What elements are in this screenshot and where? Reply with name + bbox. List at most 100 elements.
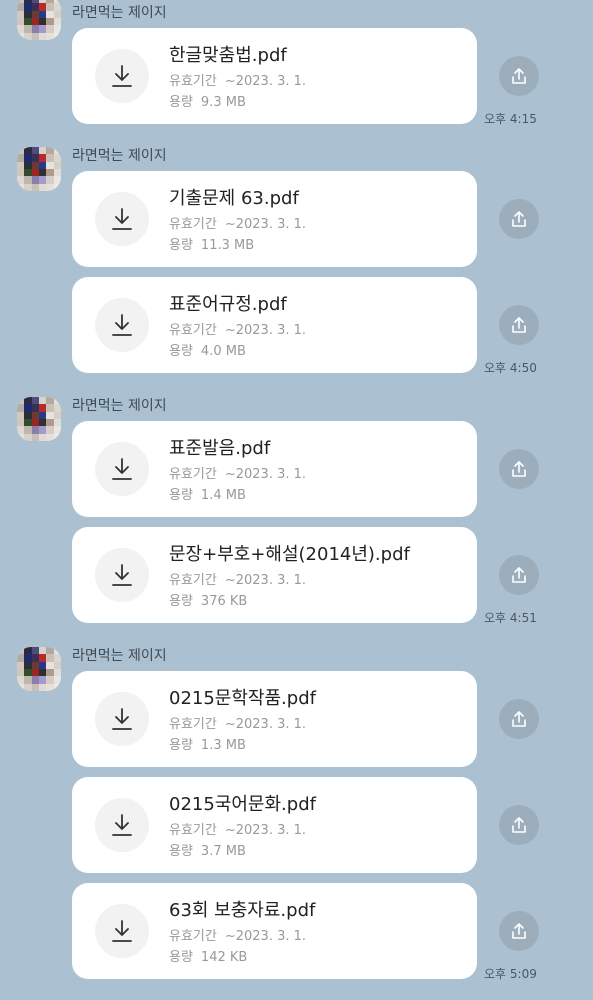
expiry-value: ~2023. 3. 1. xyxy=(224,217,307,232)
download-icon xyxy=(112,814,132,836)
avatar[interactable] xyxy=(17,147,61,191)
file-size: 용량 1.4 MB xyxy=(169,484,246,503)
expiry-label: 유효기간 xyxy=(169,74,217,89)
share-icon xyxy=(512,68,526,84)
share-button[interactable] xyxy=(499,699,539,739)
size-value: 4.0 MB xyxy=(200,344,246,359)
expiry-value: ~2023. 3. 1. xyxy=(224,717,307,732)
file-size: 용량 3.7 MB xyxy=(169,840,246,859)
share-button[interactable] xyxy=(499,805,539,845)
expiry-label: 유효기간 xyxy=(169,823,217,838)
sender-name: 라면먹는 제이지 xyxy=(72,398,167,414)
file-size: 용량 1.3 MB xyxy=(169,734,246,753)
share-button[interactable] xyxy=(499,56,539,96)
expiry-label: 유효기간 xyxy=(169,929,217,944)
size-label: 용량 xyxy=(169,950,193,965)
sender-name: 라면먹는 제이지 xyxy=(72,148,167,164)
avatar[interactable] xyxy=(17,0,61,40)
size-label: 용량 xyxy=(169,238,193,253)
size-value: 3.7 MB xyxy=(200,844,246,859)
file-card[interactable]: 표준발음.pdf 유효기간 ~2023. 3. 1. 용량 1.4 MB xyxy=(72,421,477,517)
size-value: 142 KB xyxy=(200,950,248,965)
file-card[interactable]: 한글맞춤법.pdf 유효기간 ~2023. 3. 1. 용량 9.3 MB xyxy=(72,28,477,124)
size-value: 1.4 MB xyxy=(200,488,246,503)
file-size: 용량 376 KB xyxy=(169,590,247,609)
file-card[interactable]: 0215문학작품.pdf 유효기간 ~2023. 3. 1. 용량 1.3 MB xyxy=(72,671,477,767)
expiry-label: 유효기간 xyxy=(169,573,217,588)
download-icon xyxy=(112,564,132,586)
download-button[interactable] xyxy=(95,442,149,496)
size-value: 11.3 MB xyxy=(200,238,255,253)
size-value: 376 KB xyxy=(200,594,248,609)
size-value: 9.3 MB xyxy=(200,95,246,110)
file-expiry: 유효기간 ~2023. 3. 1. xyxy=(169,463,306,482)
sender-name: 라면먹는 제이지 xyxy=(72,5,167,21)
file-name: 0215문학작품.pdf xyxy=(169,688,316,709)
share-icon xyxy=(512,923,526,939)
share-icon xyxy=(512,567,526,583)
expiry-label: 유효기간 xyxy=(169,323,217,338)
download-icon xyxy=(112,708,132,730)
size-value: 1.3 MB xyxy=(200,738,246,753)
download-button[interactable] xyxy=(95,49,149,103)
share-icon xyxy=(512,211,526,227)
file-name: 표준어규정.pdf xyxy=(169,294,287,315)
share-button[interactable] xyxy=(499,911,539,951)
size-label: 용량 xyxy=(169,844,193,859)
expiry-value: ~2023. 3. 1. xyxy=(224,323,307,338)
expiry-value: ~2023. 3. 1. xyxy=(224,929,307,944)
share-button[interactable] xyxy=(499,199,539,239)
file-card[interactable]: 문장+부호+해설(2014년).pdf 유효기간 ~2023. 3. 1. 용량 3… xyxy=(72,527,477,623)
download-button[interactable] xyxy=(95,192,149,246)
expiry-value: ~2023. 3. 1. xyxy=(224,74,307,89)
download-button[interactable] xyxy=(95,798,149,852)
size-label: 용량 xyxy=(169,344,193,359)
size-label: 용량 xyxy=(169,95,193,110)
download-button[interactable] xyxy=(95,548,149,602)
timestamp: 오후 4:51 xyxy=(484,611,537,625)
file-name: 문장+부호+해설(2014년).pdf xyxy=(169,544,410,565)
share-icon xyxy=(512,711,526,727)
expiry-value: ~2023. 3. 1. xyxy=(224,573,307,588)
download-icon xyxy=(112,65,132,87)
file-size: 용량 11.3 MB xyxy=(169,234,254,253)
file-expiry: 유효기간 ~2023. 3. 1. xyxy=(169,319,306,338)
file-expiry: 유효기간 ~2023. 3. 1. xyxy=(169,213,306,232)
file-size: 용량 142 KB xyxy=(169,946,247,965)
share-button[interactable] xyxy=(499,305,539,345)
file-name: 표준발음.pdf xyxy=(169,438,271,459)
file-expiry: 유효기간 ~2023. 3. 1. xyxy=(169,713,306,732)
file-card[interactable]: 63회 보충자료.pdf 유효기간 ~2023. 3. 1. 용량 142 KB xyxy=(72,883,477,979)
share-button[interactable] xyxy=(499,555,539,595)
download-button[interactable] xyxy=(95,904,149,958)
download-icon xyxy=(112,314,132,336)
expiry-label: 유효기간 xyxy=(169,467,217,482)
file-name: 63회 보충자료.pdf xyxy=(169,900,316,921)
size-label: 용량 xyxy=(169,738,193,753)
download-icon xyxy=(112,208,132,230)
share-icon xyxy=(512,461,526,477)
download-button[interactable] xyxy=(95,692,149,746)
file-expiry: 유효기간 ~2023. 3. 1. xyxy=(169,70,306,89)
expiry-label: 유효기간 xyxy=(169,717,217,732)
download-icon xyxy=(112,920,132,942)
download-icon xyxy=(112,458,132,480)
file-expiry: 유효기간 ~2023. 3. 1. xyxy=(169,925,306,944)
file-name: 0215국어문화.pdf xyxy=(169,794,316,815)
file-card[interactable]: 표준어규정.pdf 유효기간 ~2023. 3. 1. 용량 4.0 MB xyxy=(72,277,477,373)
avatar[interactable] xyxy=(17,647,61,691)
share-button[interactable] xyxy=(499,449,539,489)
file-size: 용량 4.0 MB xyxy=(169,340,246,359)
file-card[interactable]: 0215국어문화.pdf 유효기간 ~2023. 3. 1. 용량 3.7 MB xyxy=(72,777,477,873)
share-icon xyxy=(512,817,526,833)
file-size: 용량 9.3 MB xyxy=(169,91,246,110)
avatar[interactable] xyxy=(17,397,61,441)
file-name: 한글맞춤법.pdf xyxy=(169,45,287,66)
file-card[interactable]: 기출문제 63.pdf 유효기간 ~2023. 3. 1. 용량 11.3 MB xyxy=(72,171,477,267)
sender-name: 라면먹는 제이지 xyxy=(72,648,167,664)
size-label: 용량 xyxy=(169,488,193,503)
size-label: 용량 xyxy=(169,594,193,609)
download-button[interactable] xyxy=(95,298,149,352)
timestamp: 오후 5:09 xyxy=(484,967,537,981)
timestamp: 오후 4:15 xyxy=(484,112,537,126)
